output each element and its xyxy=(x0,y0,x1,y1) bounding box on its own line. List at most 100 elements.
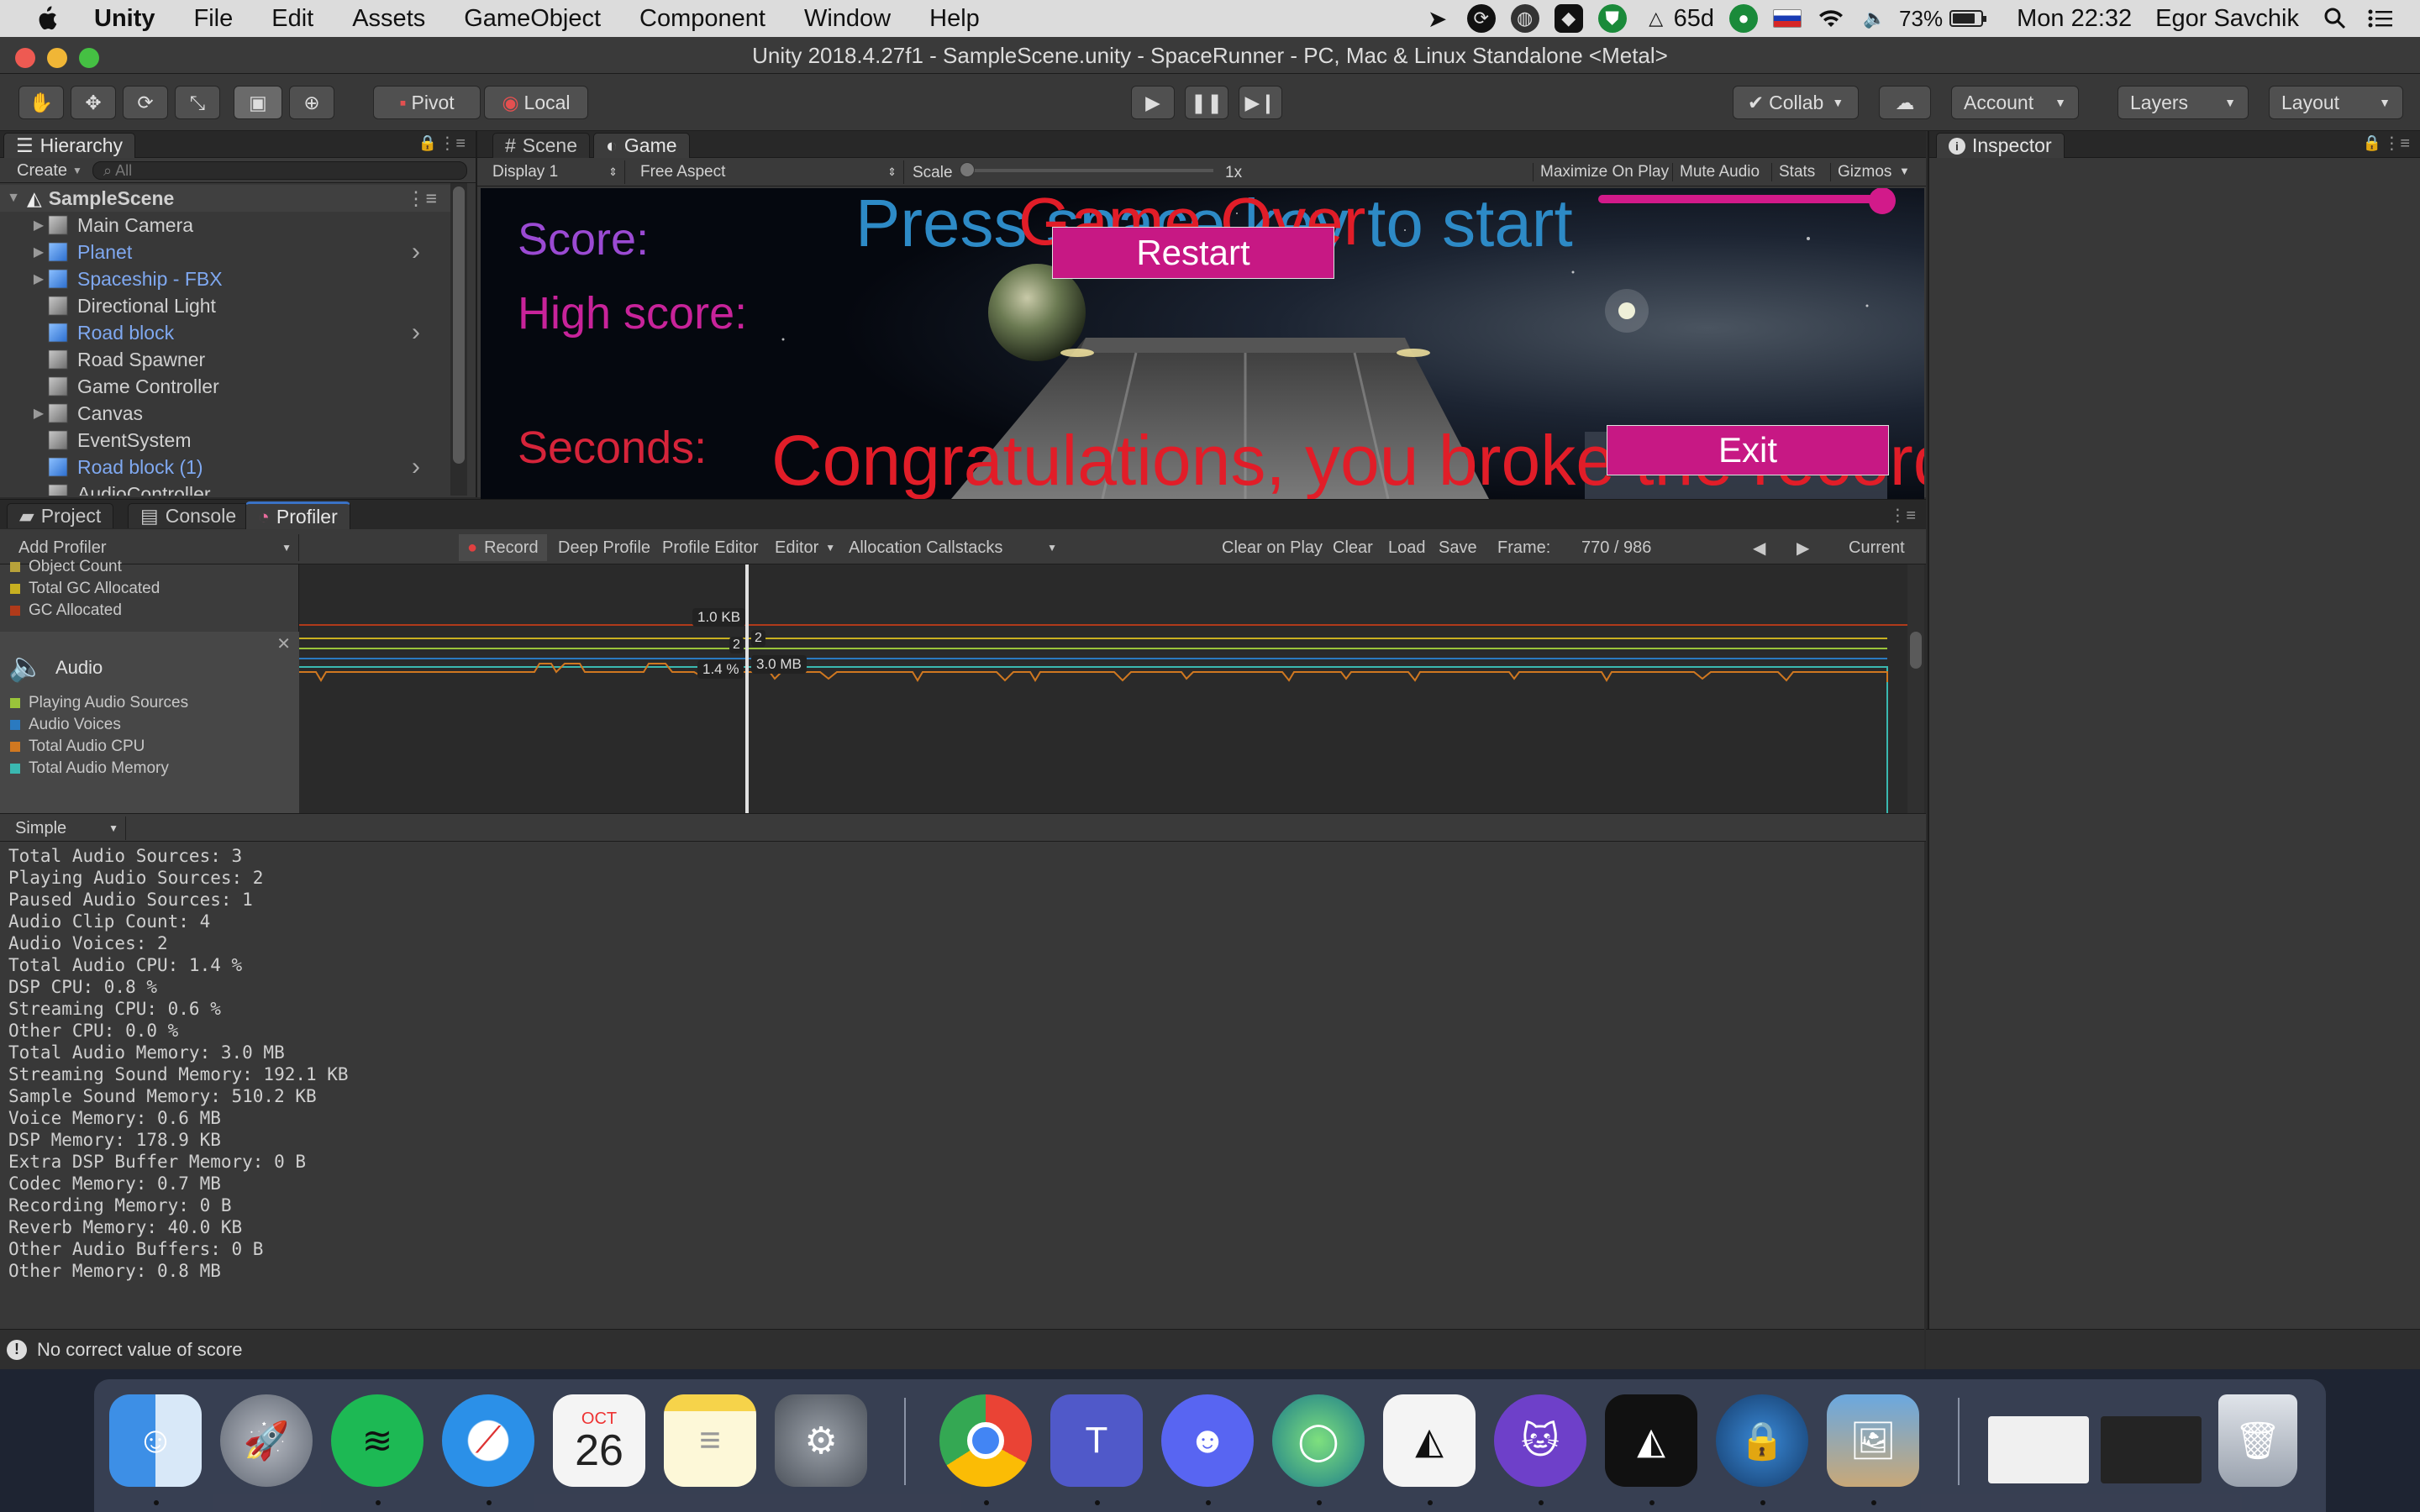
hierarchy-search-input[interactable]: ⌕ All xyxy=(92,161,467,180)
volume-slider[interactable] xyxy=(1598,188,1896,214)
hierarchy-item[interactable]: AudioController xyxy=(0,480,454,496)
layers-dropdown[interactable]: Layers ▼ xyxy=(2118,86,2249,119)
discord-icon[interactable]: ☻ xyxy=(1161,1394,1254,1487)
panel-menu-icon[interactable]: ⋮≡ xyxy=(1889,505,1916,526)
expand-triangle-icon[interactable]: ▶ xyxy=(30,217,47,234)
expand-triangle-icon[interactable]: ▶ xyxy=(30,405,47,422)
hierarchy-scrollbar[interactable] xyxy=(450,183,467,496)
current-frame-button[interactable]: Current xyxy=(1849,534,1905,561)
menu-assets[interactable]: Assets xyxy=(352,5,425,33)
legend-item[interactable]: Total GC Allocated xyxy=(10,580,160,598)
system-preferences-icon[interactable]: ⚙ xyxy=(775,1394,867,1487)
audio-graph[interactable]: 1.0 KB 2 2 1.4 % 3.0 MB xyxy=(299,564,1907,813)
scrollbar-thumb[interactable] xyxy=(453,186,465,464)
user-name[interactable]: Egor Savchik xyxy=(2155,5,2299,33)
record-toggle[interactable]: ● Record xyxy=(459,534,547,561)
hierarchy-item[interactable]: Road block (1) › xyxy=(0,453,454,481)
profiler-graph-scrollbar[interactable] xyxy=(1907,564,1924,813)
hierarchy-item[interactable]: Directional Light xyxy=(0,292,454,319)
sync-tray-icon[interactable]: ⟳ xyxy=(1466,4,1496,33)
window-thumbnail-browser[interactable] xyxy=(1988,1416,2089,1483)
maximize-on-play-toggle[interactable]: Maximize On Play xyxy=(1533,163,1676,181)
create-dropdown[interactable]: Create xyxy=(17,161,67,181)
legend-item[interactable]: Audio Voices xyxy=(10,716,121,734)
rotate-tool-icon[interactable]: ⟳ xyxy=(123,86,168,119)
expand-triangle-icon[interactable]: ▶ xyxy=(30,270,47,287)
hierarchy-item[interactable]: ▶ Canvas xyxy=(0,400,454,427)
hierarchy-item[interactable]: Road Spawner xyxy=(0,346,454,373)
prefab-open-arrow-icon[interactable]: › xyxy=(412,453,420,481)
clear-button[interactable]: Clear xyxy=(1333,534,1373,561)
exit-button[interactable]: Exit xyxy=(1607,425,1889,475)
scale-slider-handle[interactable] xyxy=(960,162,975,177)
save-button[interactable]: Save xyxy=(1439,534,1477,561)
wifi-icon[interactable] xyxy=(1817,4,1845,33)
hand-tool-icon[interactable]: ✋ xyxy=(18,86,64,119)
tab-inspector[interactable]: i Inspector xyxy=(1936,133,2065,158)
teams-icon[interactable]: T xyxy=(1050,1394,1143,1487)
expand-triangle-icon[interactable]: ▼ xyxy=(5,191,22,206)
minimize-window-button[interactable] xyxy=(47,48,67,68)
tab-project[interactable]: ▰ Project xyxy=(7,503,114,528)
pause-button[interactable]: ❚❚ xyxy=(1185,86,1228,119)
move-tool-icon[interactable]: ✥ xyxy=(71,86,116,119)
editor-target-dropdown[interactable]: Editor ▼ xyxy=(775,534,835,561)
display-dropdown[interactable]: Display 1 ⇕ xyxy=(486,160,625,184)
prefab-open-arrow-icon[interactable]: › xyxy=(412,318,420,347)
battery-percent[interactable]: 73% xyxy=(1899,6,1943,32)
legend-item[interactable]: Playing Audio Sources xyxy=(10,694,188,712)
panel-menu-icon[interactable]: ⋮≡ xyxy=(2383,133,2410,154)
hierarchy-item[interactable]: Road block › xyxy=(0,318,454,347)
aspect-dropdown[interactable]: Free Aspect ⇕ xyxy=(634,160,904,184)
allocation-callstacks-dropdown[interactable]: Allocation Callstacks ▼ xyxy=(849,534,1057,561)
calendar-icon[interactable]: OCT 26 xyxy=(553,1394,645,1487)
lock-app-icon[interactable]: 🔒 xyxy=(1716,1394,1808,1487)
vpn-tray-icon[interactable]: ● xyxy=(1729,4,1759,33)
status-bar[interactable]: ! No correct value of score xyxy=(0,1329,1924,1369)
tab-game[interactable]: ◐ Game xyxy=(593,133,690,158)
cloud-button[interactable]: ☁ xyxy=(1879,86,1931,119)
app-menu-unity[interactable]: Unity xyxy=(94,5,155,33)
hierarchy-item[interactable]: ▶ Main Camera xyxy=(0,212,454,239)
unity-hub-icon[interactable]: ◭ xyxy=(1383,1394,1476,1487)
tab-profiler[interactable]: ◔ Profiler xyxy=(245,501,350,530)
deep-profile-toggle[interactable]: Deep Profile xyxy=(558,534,650,561)
scale-slider[interactable] xyxy=(960,162,1213,177)
window-thumbnail-spotify[interactable] xyxy=(2101,1416,2202,1483)
local-toggle[interactable]: ◉ Local xyxy=(484,86,588,119)
menu-help[interactable]: Help xyxy=(929,5,980,33)
view-mode-dropdown[interactable]: Simple ▼ xyxy=(8,816,126,840)
volume-slider-handle[interactable] xyxy=(1869,188,1896,214)
next-frame-button[interactable]: ▶ xyxy=(1797,534,1809,561)
play-button[interactable]: ▶ xyxy=(1131,86,1175,119)
notification-center-icon[interactable] xyxy=(2366,4,2395,33)
chrome-icon[interactable] xyxy=(939,1394,1032,1487)
hierarchy-item[interactable]: EventSystem xyxy=(0,427,454,454)
tab-scene[interactable]: # Scene xyxy=(492,133,591,158)
language-flag-icon[interactable] xyxy=(1773,9,1802,28)
tab-console[interactable]: ▤ Console xyxy=(128,503,250,528)
mute-audio-toggle[interactable]: Mute Audio xyxy=(1672,163,1766,181)
menu-file[interactable]: File xyxy=(194,5,234,33)
scrollbar-thumb[interactable] xyxy=(1910,632,1922,669)
menu-gameobject[interactable]: GameObject xyxy=(464,5,601,33)
load-button[interactable]: Load xyxy=(1388,534,1426,561)
prefab-open-arrow-icon[interactable]: › xyxy=(412,238,420,266)
scene-root[interactable]: ▼ ◭ SampleScene ⋮≡ xyxy=(0,185,454,212)
scale-tool-icon[interactable]: ⤡ xyxy=(175,86,220,119)
menu-edit[interactable]: Edit xyxy=(271,5,313,33)
clock[interactable]: Mon 22:32 xyxy=(2017,5,2132,33)
lock-icon[interactable]: 🔒 xyxy=(2363,134,2381,152)
github-desktop-icon[interactable]: 🐱 xyxy=(1494,1394,1586,1487)
chevron-down-icon[interactable]: ▼ xyxy=(1899,165,1910,177)
clear-on-play-toggle[interactable]: Clear on Play xyxy=(1222,534,1323,561)
hierarchy-item[interactable]: ▶ Spaceship - FBX xyxy=(0,265,454,292)
safari-icon[interactable]: ⟋ xyxy=(442,1394,534,1487)
scene-menu-icon[interactable]: ⋮≡ xyxy=(407,187,437,210)
account-dropdown[interactable]: Account ▼ xyxy=(1951,86,2079,119)
launchpad-icon[interactable]: 🚀 xyxy=(220,1394,313,1487)
apple-menu-icon[interactable] xyxy=(34,4,59,33)
location-arrow-icon[interactable]: ➤ xyxy=(1423,4,1452,33)
menu-component[interactable]: Component xyxy=(639,5,765,33)
stats-toggle[interactable]: Stats xyxy=(1771,163,1822,181)
